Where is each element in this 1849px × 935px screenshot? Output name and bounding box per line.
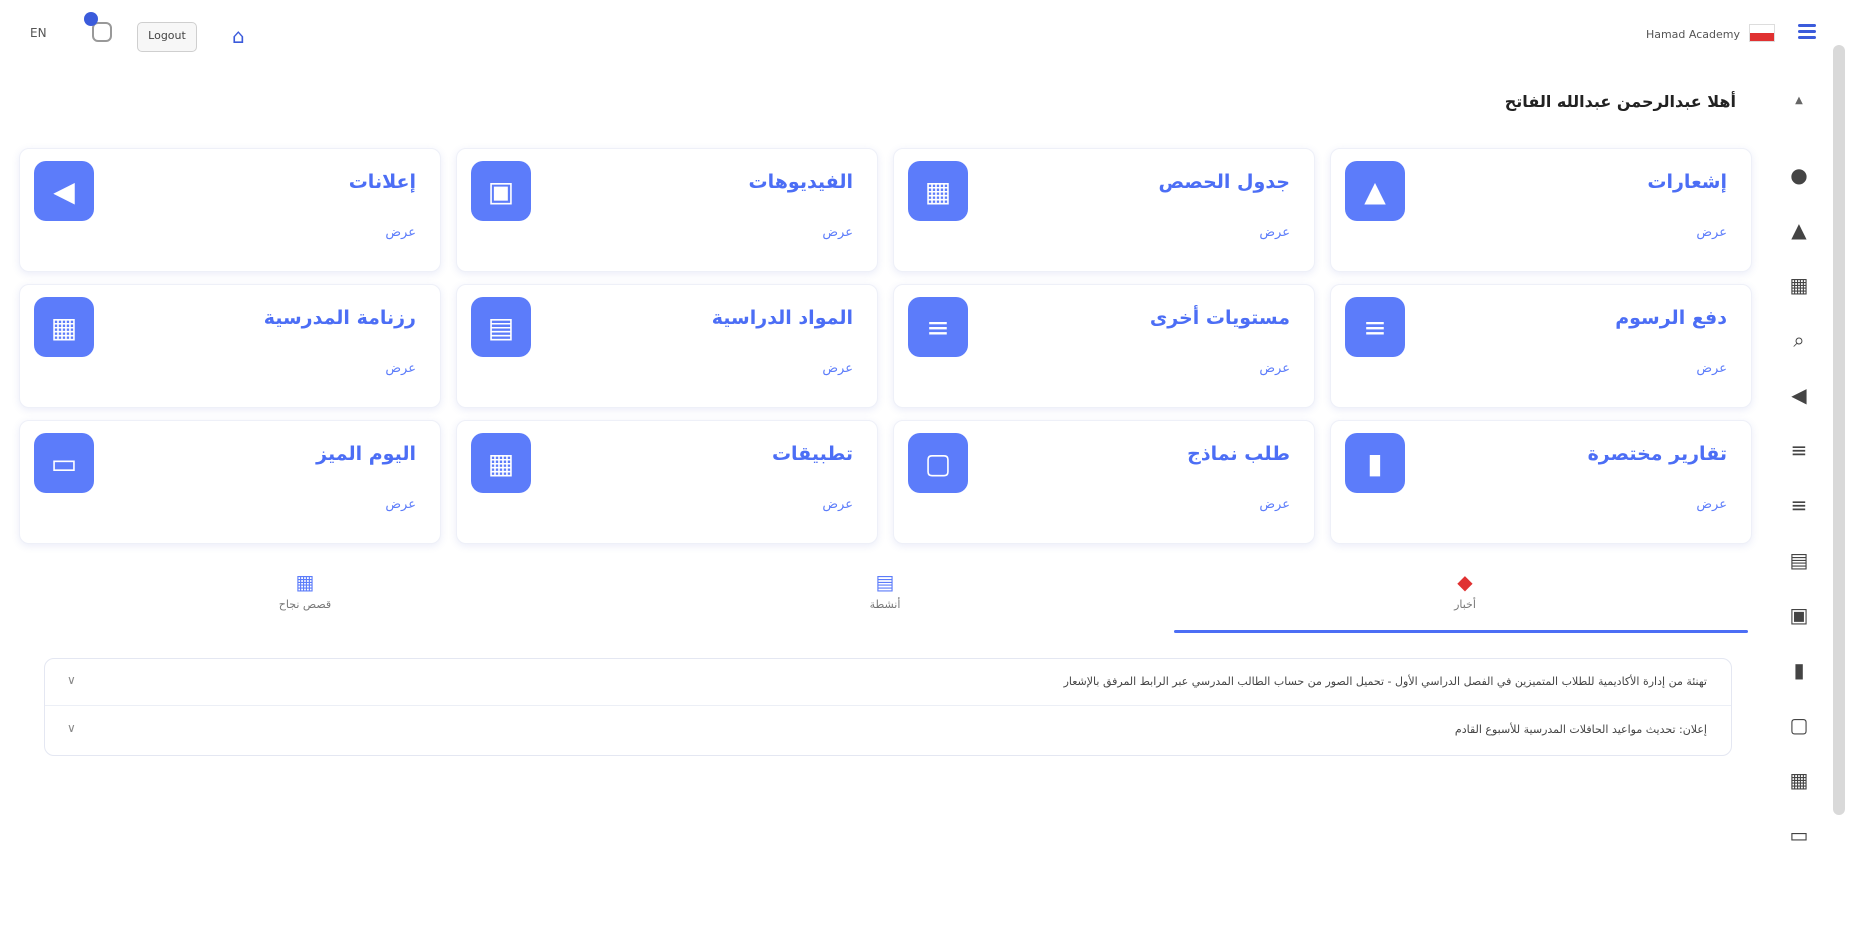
card-announcements[interactable]: ◀ إعلانات عرض (19, 148, 441, 272)
form-icon: ▢ (908, 433, 968, 493)
view-link[interactable]: عرض (1696, 497, 1727, 512)
logo-icon: ▲ (1795, 95, 1803, 106)
bell-icon (92, 22, 112, 42)
language-switch[interactable]: EN (30, 26, 47, 40)
hamburger-menu-icon[interactable] (1798, 24, 1816, 42)
view-link[interactable]: عرض (385, 225, 416, 240)
card-title: إعلانات (348, 171, 416, 193)
view-link[interactable]: عرض (822, 225, 853, 240)
home-icon[interactable]: ⌂ (232, 24, 245, 48)
tab-label: قصص نجاح (278, 598, 332, 611)
card-apps[interactable]: ▦ تطبيقات عرض (456, 420, 878, 544)
book-icon: ▤ (471, 297, 531, 357)
payment-icon: ≡ (1345, 297, 1405, 357)
view-link[interactable]: عرض (822, 497, 853, 512)
card-title: طلب نماذج (1187, 443, 1290, 465)
form-icon[interactable]: ▢ (1784, 710, 1814, 740)
megaphone-icon[interactable]: ◀ (1784, 380, 1814, 410)
card-title: مستويات أخرى (1149, 307, 1290, 329)
view-link[interactable]: عرض (385, 361, 416, 376)
book-icon[interactable]: ▤ (1784, 545, 1814, 575)
tab-activities[interactable]: ▤ أنشطة (590, 570, 1180, 611)
activity-icon: ▤ (875, 570, 895, 594)
notification-button[interactable] (84, 12, 118, 48)
bell-icon[interactable]: ▲ (1784, 215, 1814, 245)
document-icon: ▮ (1345, 433, 1405, 493)
view-link[interactable]: عرض (1696, 361, 1727, 376)
view-link[interactable]: عرض (1259, 361, 1290, 376)
tab-label: أخبار (1454, 598, 1476, 611)
card-title: المواد الدراسية (711, 307, 853, 329)
calendar-grid-icon: ▦ (34, 297, 94, 357)
megaphone-icon: ◀ (34, 161, 94, 221)
top-bar: EN Logout ⌂ Hamad Academy (0, 0, 1849, 70)
view-link[interactable]: عرض (1696, 225, 1727, 240)
levels-icon[interactable]: ≡ (1784, 490, 1814, 520)
card-reports[interactable]: ▮ تقارير مختصرة عرض (1330, 420, 1752, 544)
news-list: ∨ تهنئة من إدارة الأكاديمية للطلاب المتم… (44, 658, 1732, 756)
news-text: إعلان: تحديث مواعيد الحافلات المدرسية لل… (1454, 723, 1707, 736)
chevron-down-icon[interactable]: ∨ (67, 673, 76, 687)
school-name: Hamad Academy (1645, 28, 1740, 41)
tab-news[interactable]: ◆ أخبار (1170, 570, 1760, 611)
search-icon[interactable]: ⌕ (1784, 325, 1814, 355)
card-title: إشعارات (1647, 171, 1727, 193)
news-icon: ◆ (1457, 570, 1473, 594)
card-subjects[interactable]: ▤ المواد الدراسية عرض (456, 284, 878, 408)
star-icon: ▭ (34, 433, 94, 493)
view-link[interactable]: عرض (1259, 225, 1290, 240)
card-notifications[interactable]: ▲ إشعارات عرض (1330, 148, 1752, 272)
news-text: تهنئة من إدارة الأكاديمية للطلاب المتميز… (1063, 675, 1707, 688)
view-link[interactable]: عرض (822, 361, 853, 376)
payment-icon[interactable]: ≡ (1784, 435, 1814, 465)
notification-dot (84, 12, 98, 26)
tab-label: أنشطة (869, 598, 901, 611)
bell-icon: ▲ (1345, 161, 1405, 221)
scrollbar[interactable] (1833, 45, 1845, 815)
logout-button[interactable]: Logout (137, 22, 197, 52)
card-title: رزنامة المدرسية (263, 307, 416, 329)
card-title: الفيديوهات (748, 171, 854, 193)
card-forms[interactable]: ▢ طلب نماذج عرض (893, 420, 1315, 544)
document-icon[interactable]: ▮ (1784, 655, 1814, 685)
star-icon[interactable]: ▭ (1784, 820, 1814, 850)
video-icon[interactable]: ▣ (1784, 600, 1814, 630)
levels-icon: ≡ (908, 297, 968, 357)
greeting-text: أهلا عبدالرحمن عبدالله الفاتح (1504, 92, 1736, 111)
calendar-icon: ▦ (908, 161, 968, 221)
card-title: تطبيقات (771, 443, 853, 465)
card-title: جدول الحصص (1158, 171, 1290, 193)
list-item[interactable]: ∨ تهنئة من إدارة الأكاديمية للطلاب المتم… (45, 659, 1731, 706)
success-icon: ▦ (295, 570, 315, 594)
list-item[interactable]: ∨ إعلان: تحديث مواعيد الحافلات المدرسية … (45, 707, 1731, 753)
card-other-levels[interactable]: ≡ مستويات أخرى عرض (893, 284, 1315, 408)
active-tab-indicator (1174, 630, 1748, 633)
card-fees[interactable]: ≡ دفع الرسوم عرض (1330, 284, 1752, 408)
chevron-down-icon[interactable]: ∨ (67, 721, 76, 735)
card-distinguished-day[interactable]: ▭ اليوم الميز عرض (19, 420, 441, 544)
view-link[interactable]: عرض (385, 497, 416, 512)
card-title: اليوم الميز (316, 443, 416, 465)
profile-icon[interactable]: ● (1784, 160, 1814, 190)
flag-icon (1749, 24, 1775, 42)
calendar-icon[interactable]: ▦ (1784, 270, 1814, 300)
card-schedule[interactable]: ▦ جدول الحصص عرض (893, 148, 1315, 272)
card-school-calendar[interactable]: ▦ رزنامة المدرسية عرض (19, 284, 441, 408)
apps-icon[interactable]: ▦ (1784, 765, 1814, 795)
video-icon: ▣ (471, 161, 531, 221)
card-title: تقارير مختصرة (1587, 443, 1727, 465)
right-sidebar: ▲ ● ▲ ▦ ⌕ ◀ ≡ ≡ ▤ ▣ ▮ ▢ ▦ ▭ (1760, 85, 1830, 935)
view-link[interactable]: عرض (1259, 497, 1290, 512)
card-title: دفع الرسوم (1615, 307, 1727, 329)
tab-success-stories[interactable]: ▦ قصص نجاح (10, 570, 600, 611)
apps-icon: ▦ (471, 433, 531, 493)
card-videos[interactable]: ▣ الفيديوهات عرض (456, 148, 878, 272)
